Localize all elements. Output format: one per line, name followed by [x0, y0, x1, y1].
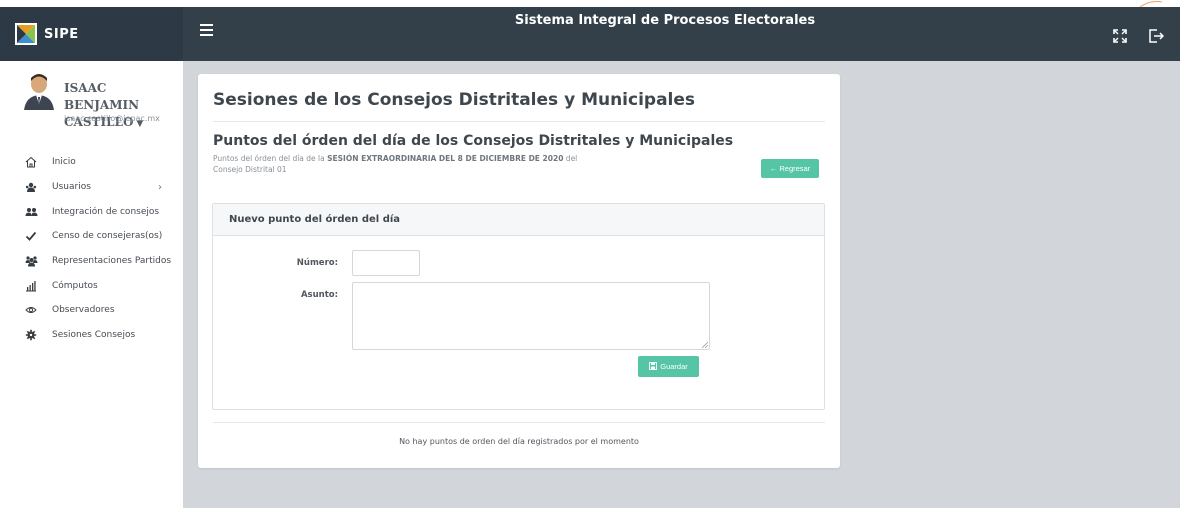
top-strip	[0, 0, 1180, 7]
sidebar-item-censo[interactable]: Censo de consejeras(os)	[0, 224, 183, 249]
sidebar-item-label: Cómputos	[52, 280, 98, 291]
eye-icon	[24, 303, 38, 317]
sidebar: ISAAC BENJAMIN CASTILLO ▼ isaac.castillo@…	[0, 61, 183, 508]
app-title: Sistema Integral de Procesos Electorales	[514, 13, 816, 28]
sidebar-item-inicio[interactable]: Inicio	[0, 150, 183, 175]
avatar[interactable]	[22, 72, 56, 110]
top-header: SIPE Sistema Integral de Procesos Electo…	[0, 7, 1180, 61]
asunto-label: Asunto:	[300, 290, 338, 300]
sidebar-item-usuarios[interactable]: Usuarios ›	[0, 175, 183, 200]
chevron-right-icon: ›	[158, 181, 162, 193]
sidebar-item-label: Representaciones Partidos	[52, 256, 172, 267]
user-email: isaac.castillo@iepac.mx	[64, 114, 160, 123]
session-name: SESIÓN EXTRAORDINARIA DEL 8 DE DICIEMBRE…	[327, 154, 564, 163]
bar-chart-icon	[24, 279, 38, 293]
sidebar-item-label: Inicio	[52, 157, 76, 168]
check-icon	[24, 229, 38, 243]
home-icon	[24, 155, 38, 169]
sidebar-item-label: Censo de consejeras(os)	[52, 231, 163, 242]
sidebar-item-representaciones[interactable]: Representaciones Partidos	[0, 249, 183, 274]
users-icon	[24, 180, 38, 194]
floppy-disk-icon	[649, 361, 658, 372]
people-icon	[24, 254, 38, 268]
section-title: Puntos del órden del día de los Consejos…	[213, 133, 734, 149]
divider	[213, 422, 825, 423]
decorative-arc	[1139, 1, 1163, 7]
save-button-label: Guardar	[660, 362, 688, 371]
resize-handle-icon[interactable]	[702, 342, 708, 348]
gear-icon	[24, 328, 38, 342]
user-name[interactable]: ISAAC BENJAMIN CASTILLO ▼	[64, 80, 174, 133]
sidebar-item-observadores[interactable]: Observadores	[0, 298, 183, 323]
main-card: Sesiones de los Consejos Distritales y M…	[198, 74, 840, 468]
divider	[213, 121, 825, 122]
page-title: Sesiones de los Consejos Distritales y M…	[213, 90, 696, 110]
sidebar-item-label: Sesiones Consejos	[52, 330, 136, 341]
save-button[interactable]: Guardar	[638, 356, 699, 377]
numero-input[interactable]	[352, 250, 420, 276]
group-icon	[24, 205, 38, 219]
back-button[interactable]: ← Regresar	[761, 159, 819, 178]
section-description: Puntos del órden del día de la SESIÓN EX…	[213, 153, 633, 175]
brand-name: SIPE	[44, 26, 79, 42]
sidebar-menu: Inicio Usuarios › Integración de consejo…	[0, 150, 183, 348]
council-name: Consejo Distrital 01	[213, 165, 287, 174]
sidebar-item-label: Integración de consejos	[52, 206, 160, 217]
asunto-textarea[interactable]	[352, 282, 710, 350]
sidebar-item-label: Observadores	[52, 305, 115, 316]
sidebar-item-sesiones[interactable]: Sesiones Consejos	[0, 323, 183, 348]
desc-prefix: Puntos del órden del día de la	[213, 154, 328, 163]
desc-suffix: del	[563, 154, 578, 163]
sidebar-item-integracion[interactable]: Integración de consejos	[0, 199, 183, 224]
new-item-panel: Nuevo punto del órden del día Número: As…	[212, 203, 825, 410]
logout-icon[interactable]	[1148, 28, 1164, 44]
numero-label: Número:	[296, 258, 338, 268]
sidebar-item-label: Usuarios	[52, 182, 91, 193]
expand-icon[interactable]	[1112, 28, 1128, 44]
panel-title: Nuevo punto del órden del día	[213, 204, 824, 236]
sidebar-item-computos[interactable]: Cómputos	[0, 273, 183, 298]
empty-state-message: No hay puntos de orden del día registrad…	[399, 437, 639, 446]
